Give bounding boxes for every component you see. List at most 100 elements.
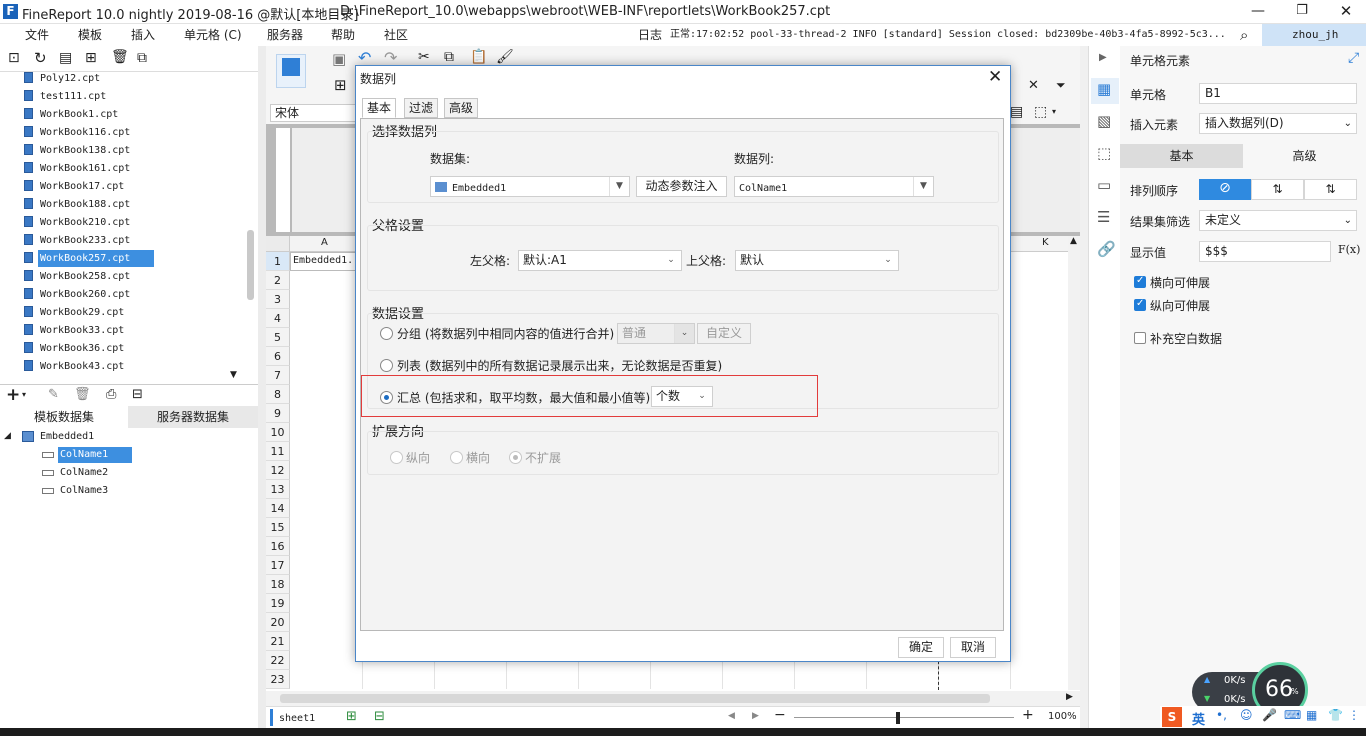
zoom-level[interactable]: 100% xyxy=(1048,711,1077,722)
top-parent-select[interactable]: 默认 ⌄ xyxy=(735,250,899,271)
expand-vertical-radio[interactable] xyxy=(390,451,403,464)
tab-basic[interactable]: 基本 xyxy=(1120,144,1243,168)
delete-icon[interactable]: 🗑 xyxy=(111,49,129,65)
zoom-in-icon[interactable]: + xyxy=(1022,707,1034,723)
dataset-column-item[interactable]: ColName3 xyxy=(58,483,110,499)
row-header[interactable]: 11 xyxy=(266,442,290,461)
tab-advanced[interactable]: 高级 xyxy=(444,98,479,118)
restore-button[interactable]: ❐ xyxy=(1282,0,1322,24)
file-item[interactable]: WorkBook161.cpt xyxy=(38,160,132,177)
row-header[interactable]: 18 xyxy=(266,575,290,594)
close-tab-icon[interactable]: ✕ xyxy=(1028,78,1039,93)
menu-template[interactable]: 模板 xyxy=(78,24,102,46)
cell-element-icon[interactable]: ▦ xyxy=(1091,78,1119,104)
keyboard-icon[interactable]: ⌨ xyxy=(1284,708,1301,722)
menu-help[interactable]: 帮助 xyxy=(331,24,355,46)
summary-radio[interactable] xyxy=(380,391,393,404)
collapse-panel-icon[interactable]: ▶ xyxy=(1099,52,1107,63)
file-item[interactable]: test111.cpt xyxy=(38,88,108,105)
preview-icon[interactable]: ⎙ xyxy=(106,387,116,402)
row-header[interactable]: 4 xyxy=(266,309,290,328)
toolbox-icon[interactable]: ▦ xyxy=(1306,708,1317,722)
dropdown-icon[interactable]: ⏷ xyxy=(1056,78,1066,93)
display-value-field[interactable]: $$$ xyxy=(1199,241,1331,262)
log-button[interactable]: 日志 xyxy=(638,24,662,46)
close-icon[interactable]: ✕ xyxy=(988,67,1002,87)
dataset-column-item[interactable]: ColName1 xyxy=(58,447,132,463)
open-icon[interactable]: ▤ xyxy=(59,50,72,66)
vertical-expand-checkbox[interactable] xyxy=(1134,298,1146,311)
dataset-column-item[interactable]: ColName2 xyxy=(58,465,110,481)
format-painter-icon[interactable]: 🖌 xyxy=(496,49,514,65)
border-icon[interactable]: ⬚ xyxy=(1034,104,1047,120)
tab-advanced[interactable]: 高级 xyxy=(1243,144,1366,168)
file-item-selected[interactable]: WorkBook257.cpt xyxy=(38,250,154,267)
cell-field[interactable]: B1 xyxy=(1199,83,1357,104)
file-item[interactable]: WorkBook17.cpt xyxy=(38,178,126,195)
column-header-k[interactable]: K xyxy=(1042,237,1049,248)
row-header[interactable]: 22 xyxy=(266,651,290,670)
select-all-corner[interactable] xyxy=(266,236,290,252)
file-item[interactable]: WorkBook233.cpt xyxy=(38,232,132,249)
dataset-root[interactable]: Embedded1 xyxy=(38,429,96,445)
row-header[interactable]: 19 xyxy=(266,594,290,613)
menu-cell[interactable]: 单元格 (C) xyxy=(184,24,242,46)
row-header[interactable]: 12 xyxy=(266,461,290,480)
tab-basic[interactable]: 基本 xyxy=(362,98,397,118)
save-icon[interactable]: ▣ xyxy=(332,50,346,68)
filter-select[interactable]: 未定义 ⌄ xyxy=(1199,210,1357,231)
zoom-slider-handle[interactable] xyxy=(896,712,900,724)
prev-sheet-icon[interactable]: ◀ xyxy=(728,711,735,721)
row-header[interactable]: 2 xyxy=(266,271,290,290)
splitter[interactable] xyxy=(258,46,266,728)
sort-none-button[interactable]: ⊘ xyxy=(1199,179,1251,200)
column-header-a[interactable]: A xyxy=(321,237,328,248)
refresh-icon[interactable]: ↻ xyxy=(34,49,47,67)
menu-community[interactable]: 社区 xyxy=(384,24,408,46)
skin-icon[interactable]: 👕 xyxy=(1328,708,1343,722)
row-header[interactable]: 1 xyxy=(266,252,290,271)
grid-vertical-scrollbar[interactable]: ▲ xyxy=(1068,236,1080,690)
file-item[interactable]: WorkBook36.cpt xyxy=(38,340,126,357)
hyperlink-icon[interactable]: 🔗 xyxy=(1097,240,1116,258)
group-radio[interactable] xyxy=(380,327,393,340)
collapse-icon[interactable]: ◢ xyxy=(4,431,11,441)
paste-icon[interactable]: 📋 xyxy=(470,49,487,65)
minimize-button[interactable]: — xyxy=(1238,0,1278,24)
file-item[interactable]: WorkBook1.cpt xyxy=(38,106,120,123)
server-dataset-icon[interactable]: ⊟ xyxy=(132,387,143,402)
file-list-scrollbar[interactable] xyxy=(247,230,254,300)
edit-icon[interactable]: ✎ xyxy=(48,387,59,402)
align-icon[interactable]: ▤ xyxy=(1010,104,1023,120)
column-select[interactable]: ColName1 ▼ xyxy=(734,176,934,197)
file-item[interactable]: WorkBook116.cpt xyxy=(38,124,132,141)
search-icon[interactable]: ⌕ xyxy=(1240,26,1248,44)
microphone-icon[interactable]: 🎤 xyxy=(1262,708,1277,722)
tab-server-dataset[interactable]: 服务器数据集 xyxy=(128,406,258,428)
row-header[interactable]: 16 xyxy=(266,537,290,556)
chevron-down-icon[interactable]: ▾ xyxy=(22,390,26,399)
list-radio[interactable] xyxy=(380,359,393,372)
row-header[interactable]: 20 xyxy=(266,613,290,632)
float-element-icon[interactable]: ⬚ xyxy=(1097,144,1111,162)
sogou-logo-icon[interactable]: S xyxy=(1162,707,1182,727)
scroll-up-icon[interactable]: ▲ xyxy=(1070,236,1077,246)
punctuation-icon[interactable]: •, xyxy=(1216,708,1227,722)
zoom-out-icon[interactable]: − xyxy=(774,707,786,723)
row-header[interactable]: 21 xyxy=(266,632,290,651)
left-parent-select[interactable]: 默认:A1 ⌄ xyxy=(518,250,682,271)
delete-icon[interactable]: 🗑 xyxy=(74,387,91,402)
ok-button[interactable]: 确定 xyxy=(898,637,944,658)
dynamic-param-button[interactable]: 动态参数注入 xyxy=(636,176,727,197)
sheet-tab[interactable]: sheet1 xyxy=(270,709,332,726)
row-header[interactable]: 6 xyxy=(266,347,290,366)
copy-icon[interactable]: ⧉ xyxy=(444,49,454,65)
menu-server[interactable]: 服务器 xyxy=(267,24,303,46)
add-dataset-icon[interactable]: + xyxy=(6,385,20,405)
custom-group-button[interactable]: 自定义 xyxy=(697,323,751,344)
user-badge[interactable]: zhou_jh xyxy=(1262,24,1366,46)
row-header[interactable]: 3 xyxy=(266,290,290,309)
emoji-icon[interactable]: ☺ xyxy=(1240,708,1253,722)
add-form-sheet-icon[interactable]: ⊟ xyxy=(374,709,385,724)
widget-settings-icon[interactable]: ▭ xyxy=(1097,176,1111,194)
